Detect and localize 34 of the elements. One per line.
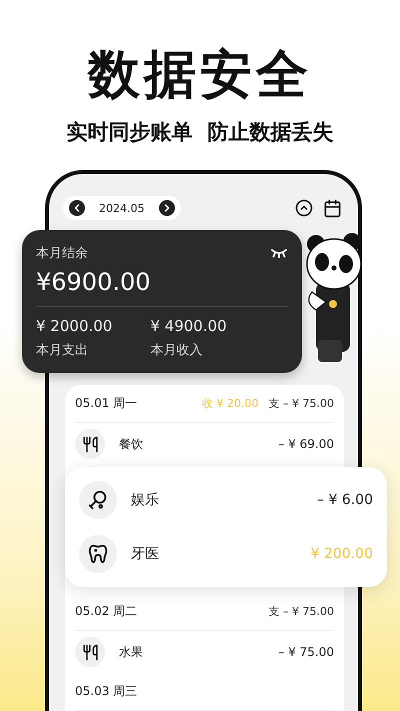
calendar-button[interactable] [323, 198, 342, 218]
subtitle: 实时同步账单 防止数据丢失 [66, 119, 334, 146]
expense-total: ¥ 2000.00 [36, 317, 112, 335]
category-name: 餐饮 [119, 436, 144, 452]
day-date: 05.03 周三 [75, 683, 138, 700]
month-label: 2024.05 [99, 202, 144, 214]
expense-amount: – ¥ 6.00 [317, 492, 373, 508]
previous-month-button[interactable] [69, 200, 85, 216]
headline: 数据安全 [88, 46, 312, 104]
expense-label: 本月支出 [36, 342, 89, 359]
calendar-icon [323, 198, 342, 218]
balance-label: 本月结余 [36, 245, 88, 262]
balance-amount: ¥6900.00 [36, 268, 152, 296]
category-name: 水果 [119, 644, 144, 660]
expense-amount: – ¥ 75.00 [278, 645, 334, 659]
expense-amount: – ¥ 69.00 [278, 437, 334, 451]
day-expense: 支 – ¥ 75.00 [268, 396, 334, 411]
day-date: 05.01 周一 [75, 395, 138, 412]
income-label: 本月收入 [150, 342, 204, 359]
category-name: 牙医 [131, 545, 160, 563]
chevron-up-icon [295, 199, 313, 217]
collapse-button[interactable] [295, 199, 313, 217]
paddle-icon [87, 489, 109, 511]
income-total: ¥ 4900.00 [150, 317, 227, 335]
category-name: 娱乐 [131, 491, 160, 509]
day-date: 05.02 周二 [75, 603, 138, 620]
utensils-icon [82, 436, 98, 452]
closed-eye-icon[interactable] [270, 248, 288, 258]
tooth-icon [87, 543, 109, 565]
income-amount: ¥ 200.00 [310, 546, 373, 562]
utensils-icon [82, 644, 98, 660]
day-income: 收 ¥ 20.00 [202, 396, 259, 411]
next-month-button[interactable] [158, 200, 174, 216]
day-expense: 支 – ¥ 75.00 [268, 604, 334, 619]
